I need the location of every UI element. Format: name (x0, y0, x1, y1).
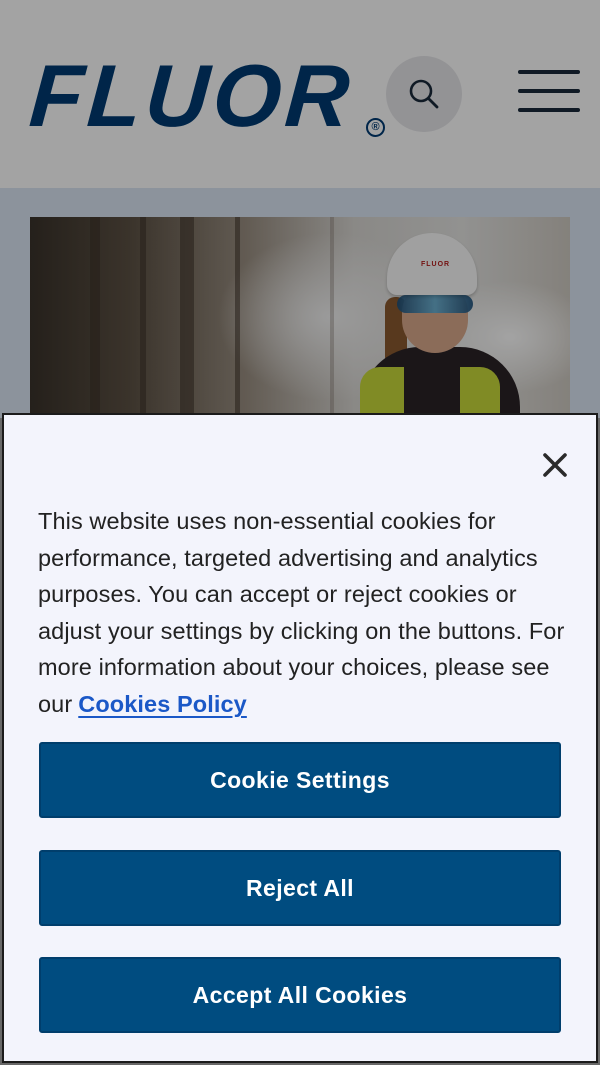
cookie-message: This website uses non-essential cookies … (38, 503, 566, 723)
cookie-settings-button[interactable]: Cookie Settings (39, 742, 561, 818)
accept-all-cookies-button[interactable]: Accept All Cookies (39, 957, 561, 1033)
reject-all-button[interactable]: Reject All (39, 850, 561, 926)
close-icon (543, 453, 567, 477)
close-dialog-button[interactable] (536, 448, 574, 484)
cookies-policy-link[interactable]: Cookies Policy (78, 691, 247, 717)
cookie-message-text: This website uses non-essential cookies … (38, 508, 565, 717)
